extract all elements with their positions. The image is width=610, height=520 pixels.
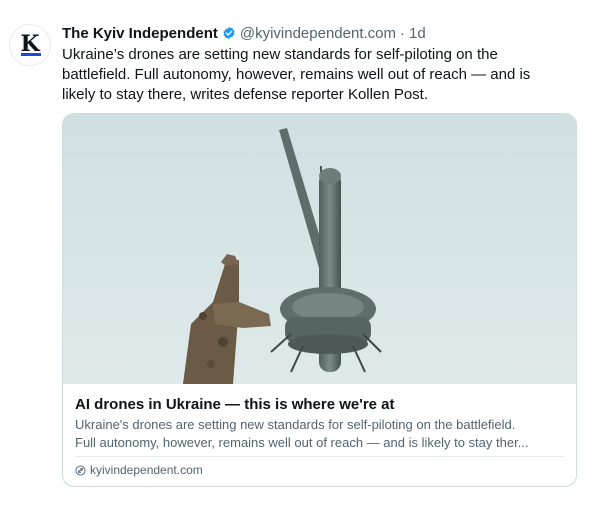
post-text-line: battlefield. Full autonomy, however, rem… [62,66,531,83]
post-text: Ukraine’s drones are setting new standar… [62,45,582,105]
card-domain-text: kyivindependent.com [90,463,203,477]
card-description: Ukraine's drones are setting new standar… [75,416,565,452]
link-icon [75,464,86,476]
post-header: The Kyiv Independent @kyivindependent.co… [62,22,426,44]
post-timestamp[interactable]: 1d [409,25,426,42]
post-text-line: Ukraine’s drones are setting new standar… [62,46,498,63]
card-title[interactable]: AI drones in Ukraine — this is where we'… [75,396,395,413]
post-text-line: likely to stay there, writes defense rep… [62,86,429,103]
author-name[interactable]: The Kyiv Independent [62,25,218,42]
card-domain[interactable]: kyivindependent.com [75,463,203,477]
card-image[interactable] [63,114,576,384]
avatar[interactable]: K [9,24,51,66]
separator-dot: · [400,24,406,42]
drone-photo [63,114,576,384]
verified-check-icon [223,26,235,40]
card-description-line: Ukraine's drones are setting new standar… [75,417,516,432]
card-divider [75,456,564,457]
avatar-accent-bar [21,53,41,56]
link-card[interactable]: AI drones in Ukraine — this is where we'… [62,113,577,487]
card-description-line: Full autonomy, however, remains well out… [75,435,529,450]
author-handle[interactable]: @kyivindependent.com [240,25,396,42]
post: K The Kyiv Independent @kyivindependent.… [0,0,610,520]
